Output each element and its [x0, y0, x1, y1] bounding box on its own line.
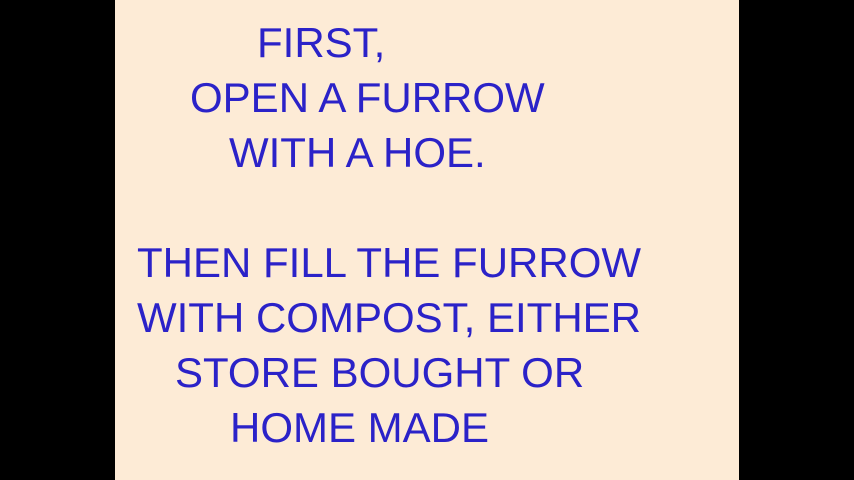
slide-text-line: OPEN A FURROW	[190, 74, 545, 121]
video-frame: FIRST, OPEN A FURROW WITH A HOE. THEN FI…	[0, 0, 854, 480]
slide-text-line: FIRST,	[257, 19, 386, 66]
slide-text-line: WITH A HOE.	[229, 129, 486, 176]
slide-text-line: THEN FILL THE FURROW	[137, 239, 642, 286]
slide-text-line: STORE BOUGHT OR	[175, 349, 585, 396]
slide-text-line: WITH COMPOST, EITHER	[137, 294, 641, 341]
instruction-slide: FIRST, OPEN A FURROW WITH A HOE. THEN FI…	[115, 0, 739, 480]
slide-text-line: HOME MADE	[230, 404, 490, 451]
